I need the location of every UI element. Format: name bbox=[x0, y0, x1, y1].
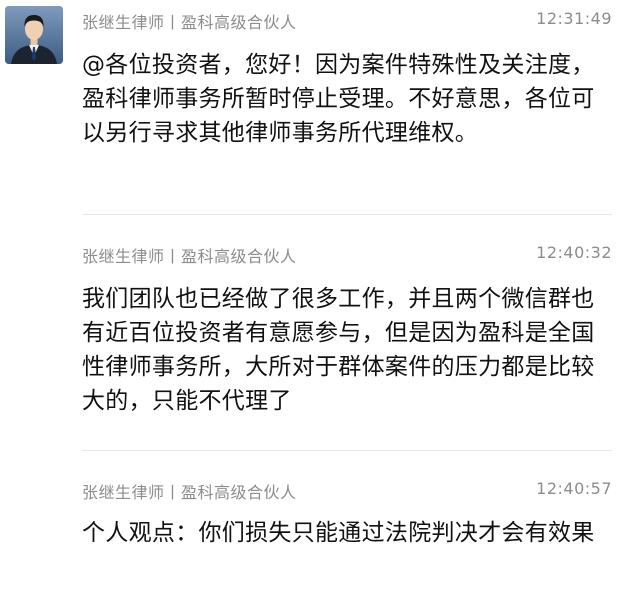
message: 张继生律师丨盈科高级合伙人 12:40:32 我们团队也已经做了很多工作，并且两… bbox=[82, 240, 612, 418]
message-time: 12:31:49 bbox=[536, 9, 612, 28]
message-header: 张继生律师丨盈科高级合伙人 12:40:57 bbox=[82, 476, 612, 504]
chat-thread: 张继生律师丨盈科高级合伙人 12:31:49 @各位投资者，您好！因为案件特殊性… bbox=[0, 0, 640, 594]
message-time: 12:40:32 bbox=[536, 243, 612, 262]
sender-name[interactable]: 张继生律师丨盈科高级合伙人 bbox=[82, 9, 297, 33]
message-header: 张继生律师丨盈科高级合伙人 12:40:32 bbox=[82, 240, 612, 268]
avatar[interactable] bbox=[5, 6, 63, 64]
message-divider bbox=[82, 450, 612, 451]
message: 张继生律师丨盈科高级合伙人 12:40:57 个人观点：你们损失只能通过法院判决… bbox=[82, 476, 612, 550]
sender-name[interactable]: 张继生律师丨盈科高级合伙人 bbox=[82, 243, 297, 267]
avatar-portrait-icon bbox=[5, 6, 63, 64]
message-header: 张继生律师丨盈科高级合伙人 12:31:49 bbox=[82, 6, 612, 34]
message-time: 12:40:57 bbox=[536, 479, 612, 498]
sender-name[interactable]: 张继生律师丨盈科高级合伙人 bbox=[82, 479, 297, 503]
message-text: 个人观点：你们损失只能通过法院判决才会有效果 bbox=[82, 520, 595, 546]
message-text: 我们团队也已经做了很多工作，并且两个微信群也有近百位投资者有意愿参与，但是因为盈… bbox=[82, 286, 595, 414]
message: 张继生律师丨盈科高级合伙人 12:31:49 @各位投资者，您好！因为案件特殊性… bbox=[82, 6, 612, 150]
message-divider bbox=[82, 214, 612, 215]
message-text: @各位投资者，您好！因为案件特殊性及关注度，盈科律师事务所暂时停止受理。不好意思… bbox=[82, 52, 595, 146]
